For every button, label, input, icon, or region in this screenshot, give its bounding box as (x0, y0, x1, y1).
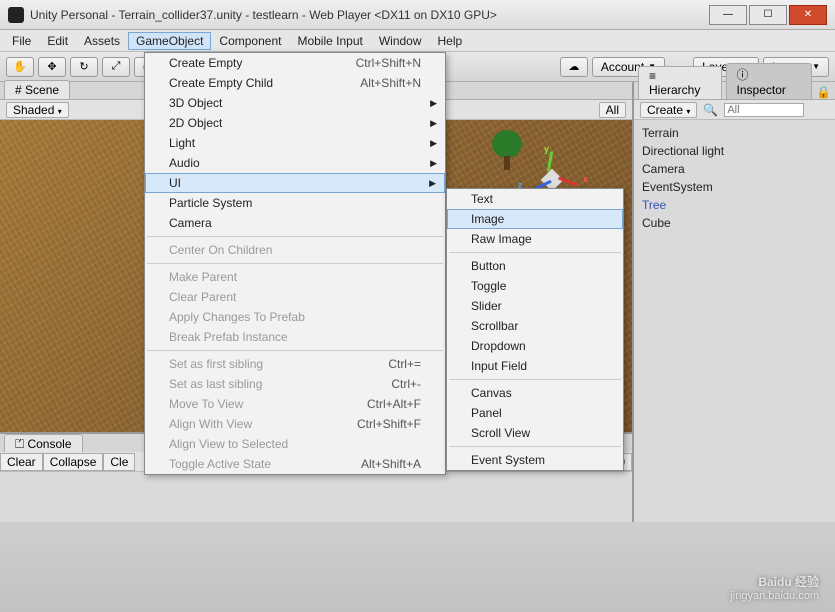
hier-item-tree[interactable]: Tree (642, 196, 827, 214)
menu-file[interactable]: File (4, 32, 39, 50)
submenuitem-dropdown[interactable]: Dropdown (447, 336, 623, 356)
tab-hierarchy[interactable]: ≡ Hierarchy (638, 66, 722, 99)
menubar: File Edit Assets GameObject Component Mo… (0, 30, 835, 52)
menuitem-particle-system[interactable]: Particle System (145, 193, 445, 213)
menu-help[interactable]: Help (430, 32, 471, 50)
console-collapse[interactable]: Collapse (43, 453, 104, 471)
filter-all-label: All (606, 103, 619, 117)
hier-item-camera[interactable]: Camera (642, 160, 827, 178)
menu-assets[interactable]: Assets (76, 32, 128, 50)
submenuitem-scroll-view[interactable]: Scroll View (447, 423, 623, 443)
menuitem-ui[interactable]: UI▶ (145, 173, 445, 193)
console-clearplay[interactable]: Cle (103, 453, 135, 471)
rotate-tool[interactable]: ↻ (70, 57, 98, 77)
menu-mobileinput[interactable]: Mobile Input (289, 32, 370, 50)
close-button[interactable]: ✕ (789, 5, 827, 25)
console-clear[interactable]: Clear (0, 453, 43, 471)
tab-inspector[interactable]: ⓘ Inspector (726, 63, 813, 99)
watermark: Baidu 经验 jingyan.baidu.com (730, 573, 819, 602)
minimize-button[interactable]: — (709, 5, 747, 25)
watermark-brand: Baidu 经验 (730, 573, 819, 590)
menuitem-2d-object[interactable]: 2D Object▶ (145, 113, 445, 133)
submenuitem-image[interactable]: Image (447, 209, 623, 229)
watermark-url: jingyan.baidu.com (730, 590, 819, 602)
move-tool[interactable]: ✥ (38, 57, 66, 77)
hier-item-eventsystem[interactable]: EventSystem (642, 178, 827, 196)
lock-icon[interactable]: 🔒 (812, 85, 835, 99)
cloud-icon[interactable]: ☁ (560, 57, 588, 77)
menuitem-make-parent: Make Parent (145, 267, 445, 287)
shaded-label: Shaded (13, 103, 54, 117)
tab-inspector-label: Inspector (737, 83, 786, 97)
submenuitem-button[interactable]: Button (447, 256, 623, 276)
submenuitem-text[interactable]: Text (447, 189, 623, 209)
submenuitem-event-system[interactable]: Event System (447, 450, 623, 470)
submenuitem-scrollbar[interactable]: Scrollbar (447, 316, 623, 336)
window-title: Unity Personal - Terrain_collider37.unit… (30, 8, 709, 22)
menuitem-camera[interactable]: Camera (145, 213, 445, 233)
menu-edit[interactable]: Edit (39, 32, 76, 50)
search-icon: 🔍 (703, 103, 718, 117)
scale-tool[interactable]: ⤢ (102, 57, 130, 77)
tab-scene[interactable]: # Scene (4, 80, 70, 99)
submenuitem-panel[interactable]: Panel (447, 403, 623, 423)
filter-all[interactable]: All (599, 102, 626, 118)
window-buttons: — ☐ ✕ (709, 5, 827, 25)
menuitem-apply-changes-to-prefab: Apply Changes To Prefab (145, 307, 445, 327)
maximize-button[interactable]: ☐ (749, 5, 787, 25)
hierarchy-toolbar: Create ▾ 🔍 (634, 100, 835, 120)
menuitem-light[interactable]: Light▶ (145, 133, 445, 153)
menuitem-clear-parent: Clear Parent (145, 287, 445, 307)
menuitem-center-on-children: Center On Children (145, 240, 445, 260)
submenuitem-slider[interactable]: Slider (447, 296, 623, 316)
tab-console-label: Console (27, 437, 71, 451)
status-bar (0, 522, 835, 612)
submenuitem-raw-image[interactable]: Raw Image (447, 229, 623, 249)
menuitem-create-empty-child[interactable]: Create Empty ChildAlt+Shift+N (145, 73, 445, 93)
menu-window[interactable]: Window (371, 32, 430, 50)
submenuitem-input-field[interactable]: Input Field (447, 356, 623, 376)
hier-item-light[interactable]: Directional light (642, 142, 827, 160)
menuitem-audio[interactable]: Audio▶ (145, 153, 445, 173)
menu-gameobject[interactable]: GameObject (128, 32, 211, 50)
menu-component[interactable]: Component (211, 32, 289, 50)
submenuitem-toggle[interactable]: Toggle (447, 276, 623, 296)
hierarchy-search[interactable] (724, 103, 804, 117)
hierarchy-list: Terrain Directional light Camera EventSy… (634, 120, 835, 522)
hier-item-terrain[interactable]: Terrain (642, 124, 827, 142)
menuitem-align-view-to-selected: Align View to Selected (145, 434, 445, 454)
submenuitem-canvas[interactable]: Canvas (447, 383, 623, 403)
menuitem-align-with-view: Align With ViewCtrl+Shift+F (145, 414, 445, 434)
menuitem-move-to-view: Move To ViewCtrl+Alt+F (145, 394, 445, 414)
menuitem-set-as-last-sibling: Set as last siblingCtrl+- (145, 374, 445, 394)
hand-tool[interactable]: ✋ (6, 57, 34, 77)
hier-item-cube[interactable]: Cube (642, 214, 827, 232)
menuitem-set-as-first-sibling: Set as first siblingCtrl+= (145, 354, 445, 374)
menuitem-toggle-active-state: Toggle Active StateAlt+Shift+A (145, 454, 445, 474)
create-dropdown[interactable]: Create ▾ (640, 102, 697, 118)
right-tabrow: ≡ Hierarchy ⓘ Inspector 🔒 (634, 82, 835, 100)
tab-scene-label: Scene (25, 83, 59, 97)
shaded-dropdown[interactable]: Shaded ▾ (6, 102, 69, 118)
gameobject-menu: Create EmptyCtrl+Shift+NCreate Empty Chi… (144, 52, 446, 475)
menuitem-break-prefab-instance: Break Prefab Instance (145, 327, 445, 347)
menuitem-create-empty[interactable]: Create EmptyCtrl+Shift+N (145, 53, 445, 73)
tree-object (492, 130, 522, 170)
titlebar: Unity Personal - Terrain_collider37.unit… (0, 0, 835, 30)
create-label: Create (647, 103, 683, 117)
ui-submenu: TextImageRaw ImageButtonToggleSliderScro… (446, 188, 624, 471)
tab-console[interactable]: ⏍ Console (4, 434, 83, 452)
app-icon (8, 7, 24, 23)
tab-hierarchy-label: Hierarchy (649, 83, 700, 97)
menuitem-3d-object[interactable]: 3D Object▶ (145, 93, 445, 113)
